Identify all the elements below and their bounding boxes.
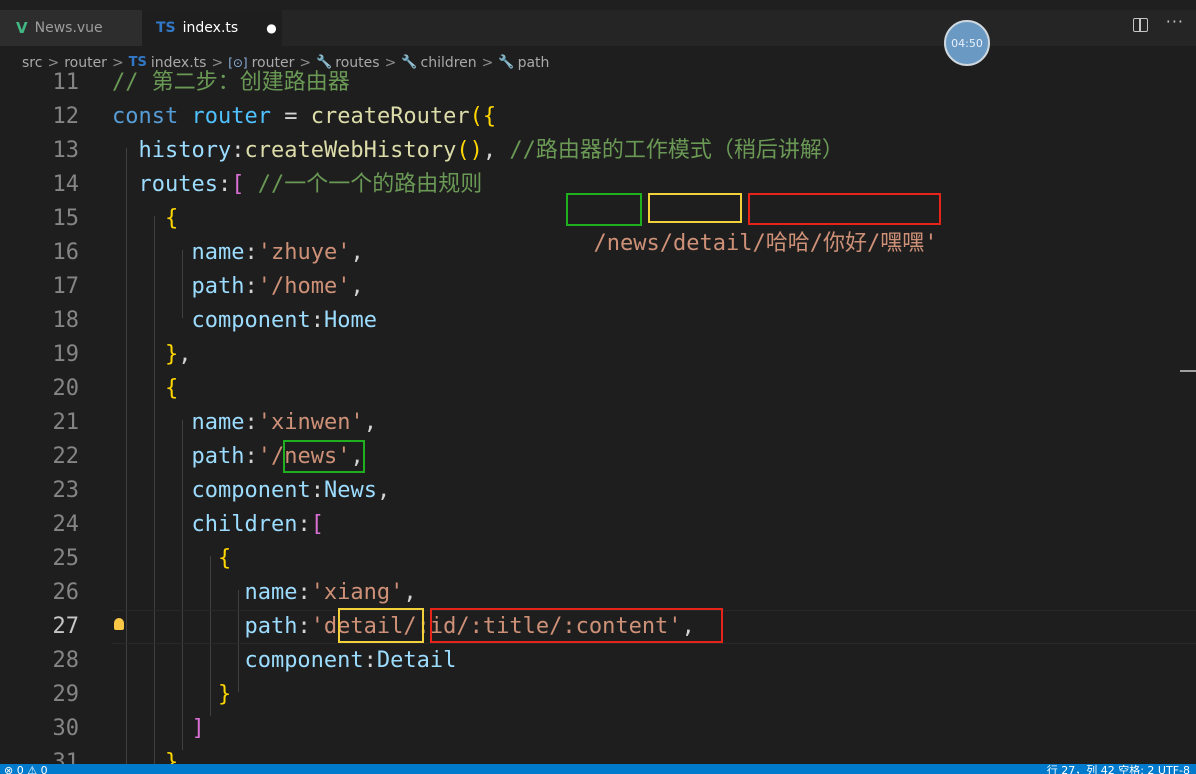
annotation-tail: ' bbox=[924, 231, 938, 256]
line-number: 26 bbox=[52, 580, 80, 605]
code-text: { bbox=[217, 546, 232, 571]
code-line: 21 name:'xinwen', bbox=[0, 406, 1196, 440]
line-number: 25 bbox=[52, 546, 80, 571]
split-editor-icon[interactable] bbox=[1133, 18, 1148, 32]
line-number: 11 bbox=[52, 70, 80, 95]
code-line: 30 ] bbox=[0, 712, 1196, 746]
code-text: children:[ bbox=[191, 512, 324, 537]
highlight-box-red-params bbox=[430, 608, 723, 643]
recording-timer: 04:50 bbox=[944, 20, 990, 66]
tab-label: News.vue bbox=[34, 20, 103, 36]
line-number: 31 bbox=[52, 750, 80, 764]
annotation-segment-params: 哈哈/你好/嘿嘿 bbox=[765, 231, 925, 256]
code-editor[interactable]: 11 // 第二步：创建路由器 12 const router = create… bbox=[0, 68, 1196, 764]
line-number: 23 bbox=[52, 478, 80, 503]
code-line: 17 path:'/home', bbox=[0, 270, 1196, 304]
code-text: } bbox=[217, 682, 232, 707]
line-number: 19 bbox=[52, 342, 80, 367]
annotation-box-red bbox=[748, 193, 941, 225]
code-line: 23 component:News, bbox=[0, 474, 1196, 508]
line-number: 27 bbox=[52, 614, 80, 639]
code-line: 13 history:createWebHistory(), //路由器的工作模… bbox=[0, 134, 1196, 168]
annotation-box-yellow bbox=[648, 193, 742, 223]
line-number: 14 bbox=[52, 172, 80, 197]
line-number: 20 bbox=[52, 376, 80, 401]
line-number: 28 bbox=[52, 648, 80, 673]
typescript-file-icon: TS bbox=[156, 20, 176, 36]
code-text: history:createWebHistory(), //路由器的工作模式（稍… bbox=[138, 138, 844, 163]
code-text: path:'/home', bbox=[191, 274, 364, 299]
tab-index-ts[interactable]: TS index.ts ● bbox=[142, 10, 282, 46]
code-text: name:'xiang', bbox=[244, 580, 417, 605]
code-line: 11 // 第二步：创建路由器 bbox=[0, 68, 1196, 100]
annotation-segment-detail: detail bbox=[672, 231, 753, 256]
scrollbar-marker[interactable] bbox=[1180, 370, 1196, 372]
tab-label: index.ts bbox=[182, 20, 239, 36]
line-number: 29 bbox=[52, 682, 80, 707]
line-number: 22 bbox=[52, 444, 80, 469]
vue-file-icon: V bbox=[16, 19, 28, 37]
code-text: component:Detail bbox=[244, 648, 457, 673]
code-text: }, bbox=[164, 342, 192, 367]
code-line: 19 }, bbox=[0, 338, 1196, 372]
code-line: 26 name:'xiang', bbox=[0, 576, 1196, 610]
line-number: 17 bbox=[52, 274, 80, 299]
line-number: 12 bbox=[52, 104, 80, 129]
code-line: 22 path:'/news', bbox=[0, 440, 1196, 474]
unsaved-dot-icon[interactable]: ● bbox=[266, 21, 276, 35]
code-text: const router = createRouter({ bbox=[112, 104, 497, 129]
line-number: 16 bbox=[52, 240, 80, 265]
code-text: routes:[ //一个一个的路由规则 bbox=[138, 172, 483, 197]
code-line: 31 } bbox=[0, 746, 1196, 764]
code-text: component:News, bbox=[191, 478, 391, 503]
code-text: { bbox=[164, 376, 179, 401]
code-line: 28 component:Detail bbox=[0, 644, 1196, 678]
code-text: ] bbox=[191, 716, 205, 741]
highlight-box-yellow-detail bbox=[338, 608, 424, 643]
code-text: // 第二步：创建路由器 bbox=[112, 70, 350, 95]
highlight-box-green-news bbox=[283, 440, 365, 473]
annotation-separator: / bbox=[752, 231, 766, 256]
code-text: name:'zhuye', bbox=[191, 240, 364, 265]
line-number: 18 bbox=[52, 308, 80, 333]
line-number: 24 bbox=[52, 512, 80, 537]
code-line: 20 { bbox=[0, 372, 1196, 406]
cursor-position[interactable]: 行 27，列 42 空格: 2 UTF-8 bbox=[1047, 765, 1190, 774]
line-number: 15 bbox=[52, 206, 80, 231]
code-text: name:'xinwen', bbox=[191, 410, 377, 435]
annotation-segment-news: /news bbox=[593, 231, 660, 256]
more-actions-icon[interactable]: ··· bbox=[1166, 12, 1184, 31]
code-line: 18 component:Home bbox=[0, 304, 1196, 338]
code-text: } bbox=[164, 750, 179, 764]
code-line: 29 } bbox=[0, 678, 1196, 712]
line-number: 30 bbox=[52, 716, 80, 741]
tab-news-vue[interactable]: V News.vue bbox=[0, 10, 142, 46]
code-line: 12 const router = createRouter({ bbox=[0, 100, 1196, 134]
status-bar: ⊗ 0 ⚠ 0 行 27，列 42 空格: 2 UTF-8 bbox=[0, 764, 1196, 774]
code-line: 25 { bbox=[0, 542, 1196, 576]
annotation-box-green bbox=[566, 193, 642, 226]
annotation-separator: / bbox=[659, 231, 673, 256]
problems-indicator[interactable]: ⊗ 0 ⚠ 0 bbox=[4, 765, 48, 774]
editor-tab-bar: V News.vue TS index.ts ● ··· bbox=[0, 0, 1196, 46]
code-text: { bbox=[164, 206, 179, 231]
line-number: 13 bbox=[52, 138, 80, 163]
code-text: component:Home bbox=[191, 308, 377, 333]
code-line: 24 children:[ bbox=[0, 508, 1196, 542]
line-number: 21 bbox=[52, 410, 80, 435]
